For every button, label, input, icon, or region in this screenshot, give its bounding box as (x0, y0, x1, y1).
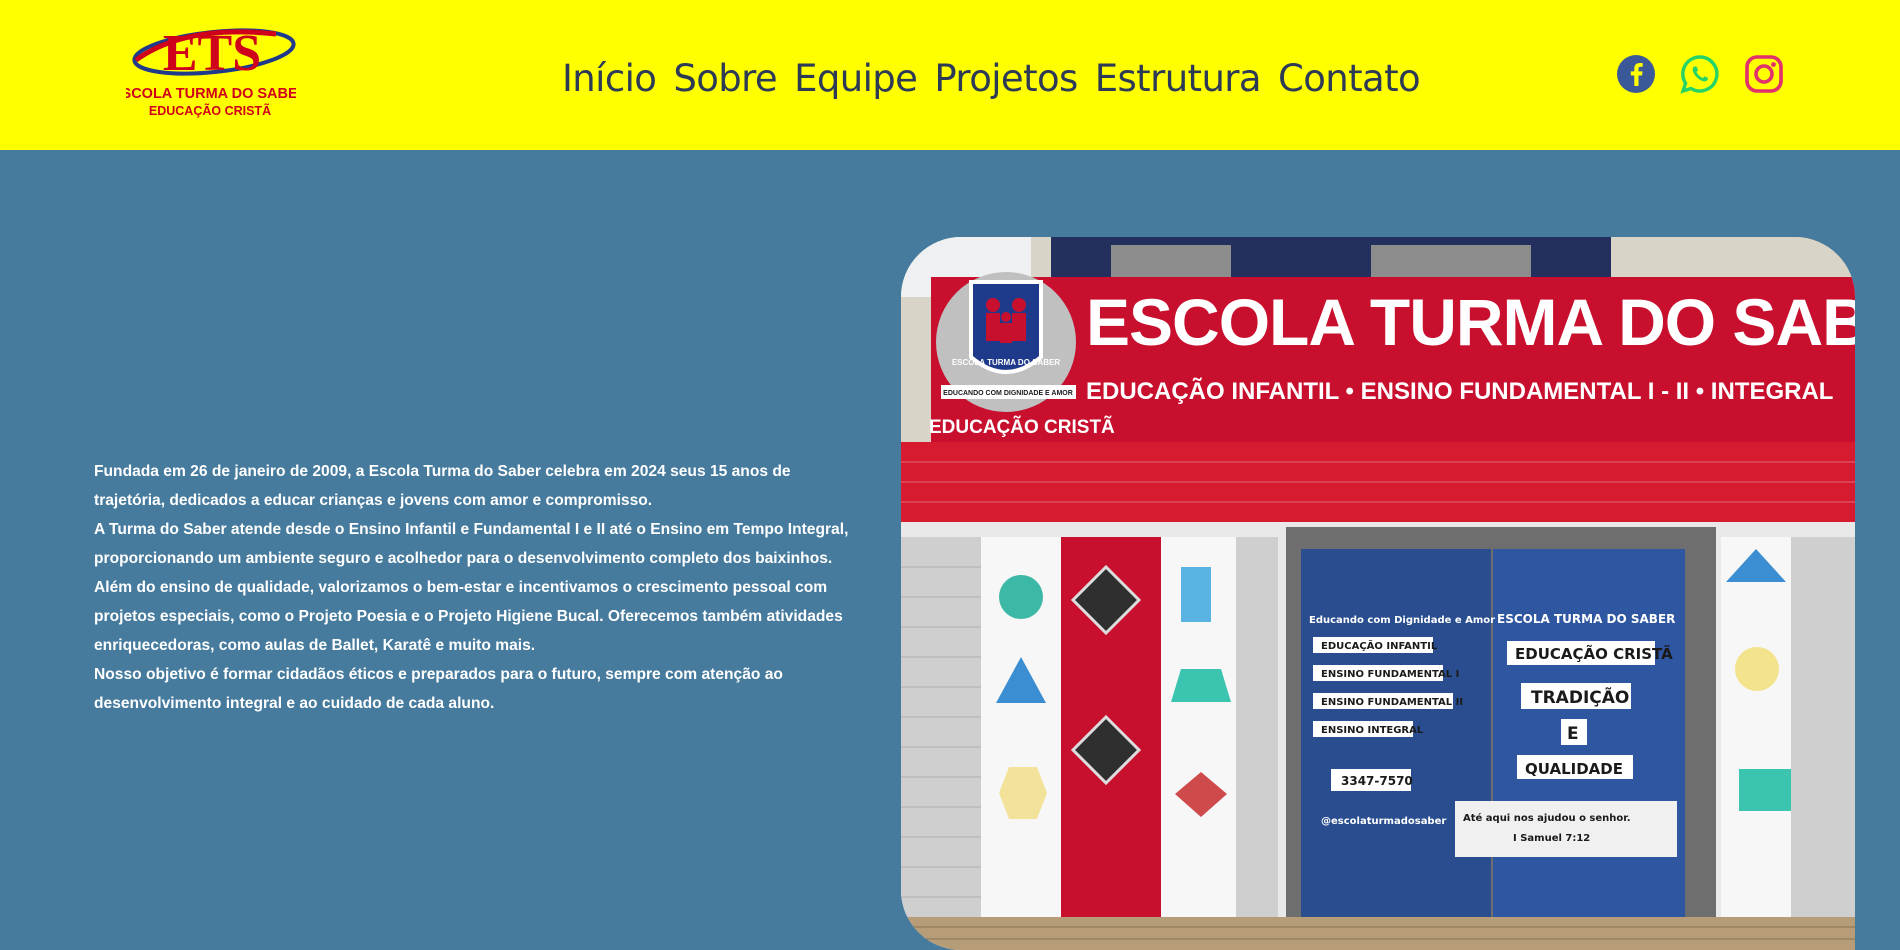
school-facade-photo: ESCOLA TURMA DO SABER EDUCANDO COM DIGNI… (901, 237, 1855, 950)
facebook-icon[interactable] (1616, 54, 1656, 94)
social-links (1616, 54, 1784, 94)
school-logo[interactable]: ETS ESCOLA TURMA DO SABER EDUCAÇÃO CRIST… (126, 22, 296, 122)
door-left-4: ENSINO INTEGRAL (1321, 725, 1424, 736)
main-nav: Início Sobre Equipe Projetos Estrutura C… (562, 50, 1421, 106)
logo-letters: ETS (163, 25, 261, 82)
nav-contato[interactable]: Contato (1278, 57, 1421, 100)
about-paragraph-1: Fundada em 26 de janeiro de 2009, a Esco… (94, 463, 791, 509)
site-header: ETS ESCOLA TURMA DO SABER EDUCAÇÃO CRIST… (0, 0, 1900, 150)
crest-text: ESCOLA TURMA DO SABER (952, 358, 1061, 367)
door-left-0: Educando com Dignidade e Amor (1309, 615, 1495, 626)
door-left-2: ENSINO FUNDAMENTAL I (1321, 669, 1459, 680)
nav-sobre[interactable]: Sobre (673, 57, 777, 100)
sign-subtitle: EDUCAÇÃO INFANTIL • ENSINO FUNDAMENTAL I… (1086, 377, 1833, 405)
about-paragraph-2: A Turma do Saber atende desde o Ensino I… (94, 521, 849, 654)
door-right-3: E (1567, 724, 1579, 744)
door-right-6: I Samuel 7:12 (1513, 833, 1590, 844)
about-paragraph-3: Nosso objetivo é formar cidadãos éticos … (94, 666, 783, 712)
door-right-2: TRADIÇÃO (1531, 685, 1629, 708)
door-right-0: ESCOLA TURMA DO SABER (1497, 612, 1675, 626)
crest-motto: EDUCANDO COM DIGNIDADE E AMOR (943, 390, 1073, 397)
sign-badge: EDUCAÇÃO CRISTÃ (929, 416, 1115, 438)
about-text: Fundada em 26 de janeiro de 2009, a Esco… (94, 457, 854, 718)
nav-inicio[interactable]: Início (562, 57, 657, 100)
door-left-3: ENSINO FUNDAMENTAL II (1321, 697, 1463, 708)
logo-line1: ESCOLA TURMA DO SABER (126, 86, 296, 102)
door-left-1: EDUCAÇÃO INFANTIL (1321, 639, 1438, 652)
door-right-1: EDUCAÇÃO CRISTÃ (1515, 644, 1673, 663)
nav-equipe[interactable]: Equipe (794, 57, 918, 100)
door-right-4: QUALIDADE (1525, 760, 1623, 778)
nav-projetos[interactable]: Projetos (934, 57, 1078, 100)
sign-title: ESCOLA TURMA DO SABER (1086, 285, 1855, 359)
logo-line2: EDUCAÇÃO CRISTÃ (149, 103, 271, 118)
instagram-icon[interactable] (1744, 54, 1784, 94)
door-left-5: 3347-7570 (1341, 774, 1413, 788)
nav-estrutura[interactable]: Estrutura (1095, 57, 1262, 100)
whatsapp-icon[interactable] (1680, 54, 1720, 94)
door-left-6: @escolaturmadosaber (1321, 816, 1446, 827)
door-right-5: Até aqui nos ajudou o senhor. (1463, 812, 1631, 824)
